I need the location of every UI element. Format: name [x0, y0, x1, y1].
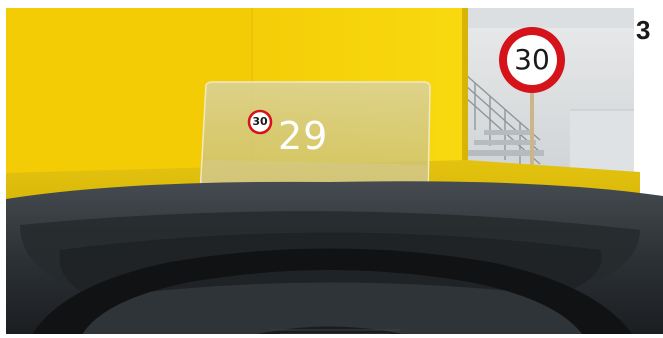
road-sign-speed-limit-text: 30 — [514, 43, 550, 76]
hud-speed-limit-text: 30 — [252, 115, 268, 128]
scene-illustration — [0, 0, 663, 338]
hud-current-speed: 29 — [278, 114, 329, 158]
page-number: 3 — [634, 10, 663, 50]
